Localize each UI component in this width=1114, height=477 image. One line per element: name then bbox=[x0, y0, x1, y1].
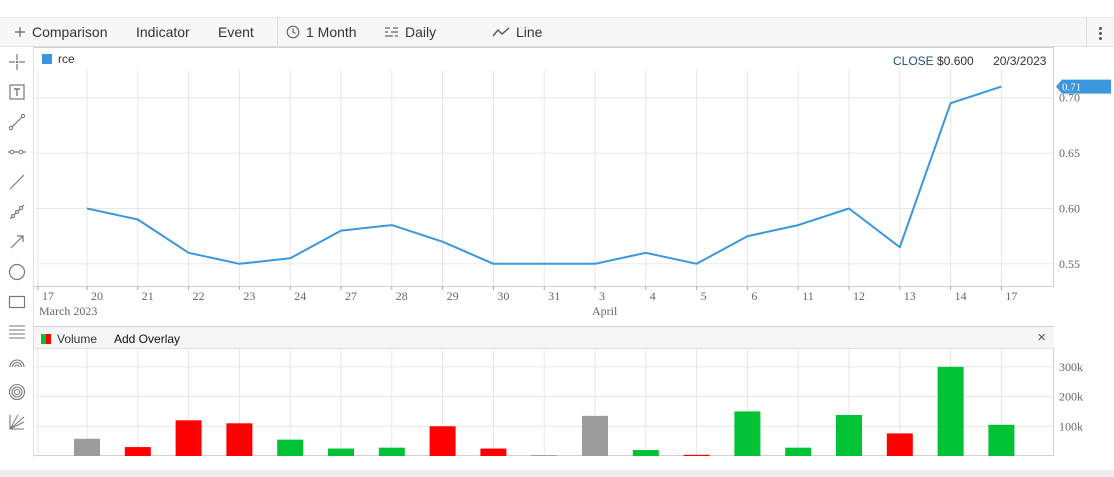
x-tick-label: 4 bbox=[650, 289, 656, 303]
volume-bar bbox=[683, 454, 710, 456]
volume-y-tick-label: 200k bbox=[1059, 390, 1083, 404]
volume-y-tick-label: 100k bbox=[1059, 419, 1083, 433]
volume-bar bbox=[937, 366, 964, 456]
x-tick-label: 3 bbox=[599, 289, 605, 303]
x-tick-label: 17 bbox=[1005, 289, 1017, 303]
x-tick-label: 14 bbox=[955, 289, 967, 303]
volume-bar bbox=[277, 439, 304, 456]
chart-canvas: 0.550.600.650.700.7117 20 21 22 23 24 27 28 29 30… bbox=[35, 70, 1111, 456]
volume-bar bbox=[226, 423, 253, 456]
x-tick-label: 5 bbox=[701, 289, 707, 303]
volume-y-tick-label: 300k bbox=[1059, 360, 1083, 374]
x-tick-label: 21 bbox=[142, 289, 154, 303]
volume-bar bbox=[632, 450, 659, 456]
volume-bar bbox=[74, 438, 100, 456]
last-price-badge-label: 0.71 bbox=[1062, 82, 1081, 94]
volume-bar bbox=[378, 447, 405, 456]
volume-bar bbox=[988, 424, 1015, 456]
x-tick-label: 24 bbox=[294, 289, 306, 303]
x-tick-label: 30 bbox=[497, 289, 509, 303]
x-month-label: March 2023 bbox=[39, 304, 97, 318]
x-tick-label: 12 bbox=[853, 289, 865, 303]
x-tick-label: 20 bbox=[91, 289, 103, 303]
volume-bar bbox=[785, 447, 812, 456]
volume-bar bbox=[886, 433, 913, 456]
x-tick-label: 27 bbox=[345, 289, 357, 303]
volume-bar bbox=[734, 411, 761, 456]
price-y-tick-label: 0.55 bbox=[1059, 257, 1080, 271]
volume-bar bbox=[582, 415, 608, 456]
x-month-label: April bbox=[592, 304, 618, 318]
x-tick-label: 23 bbox=[243, 289, 255, 303]
x-tick-label: 11 bbox=[802, 289, 814, 303]
volume-bar bbox=[175, 420, 202, 456]
bottom-scroll-strip bbox=[0, 470, 1114, 477]
x-tick-label: 31 bbox=[548, 289, 560, 303]
volume-bar bbox=[480, 448, 507, 456]
volume-bar bbox=[124, 447, 151, 456]
volume-bar bbox=[328, 448, 354, 456]
price-y-tick-label: 0.60 bbox=[1059, 201, 1080, 215]
x-tick-label: 6 bbox=[751, 289, 757, 303]
x-tick-label: 17 bbox=[42, 289, 54, 303]
price-y-tick-label: 0.65 bbox=[1059, 146, 1080, 160]
volume-bar bbox=[531, 455, 558, 456]
volume-bar bbox=[429, 426, 456, 456]
x-tick-label: 29 bbox=[447, 289, 459, 303]
x-tick-label: 13 bbox=[904, 289, 916, 303]
x-tick-label: 28 bbox=[396, 289, 408, 303]
x-tick-label: 22 bbox=[193, 289, 205, 303]
volume-bar bbox=[836, 414, 862, 456]
